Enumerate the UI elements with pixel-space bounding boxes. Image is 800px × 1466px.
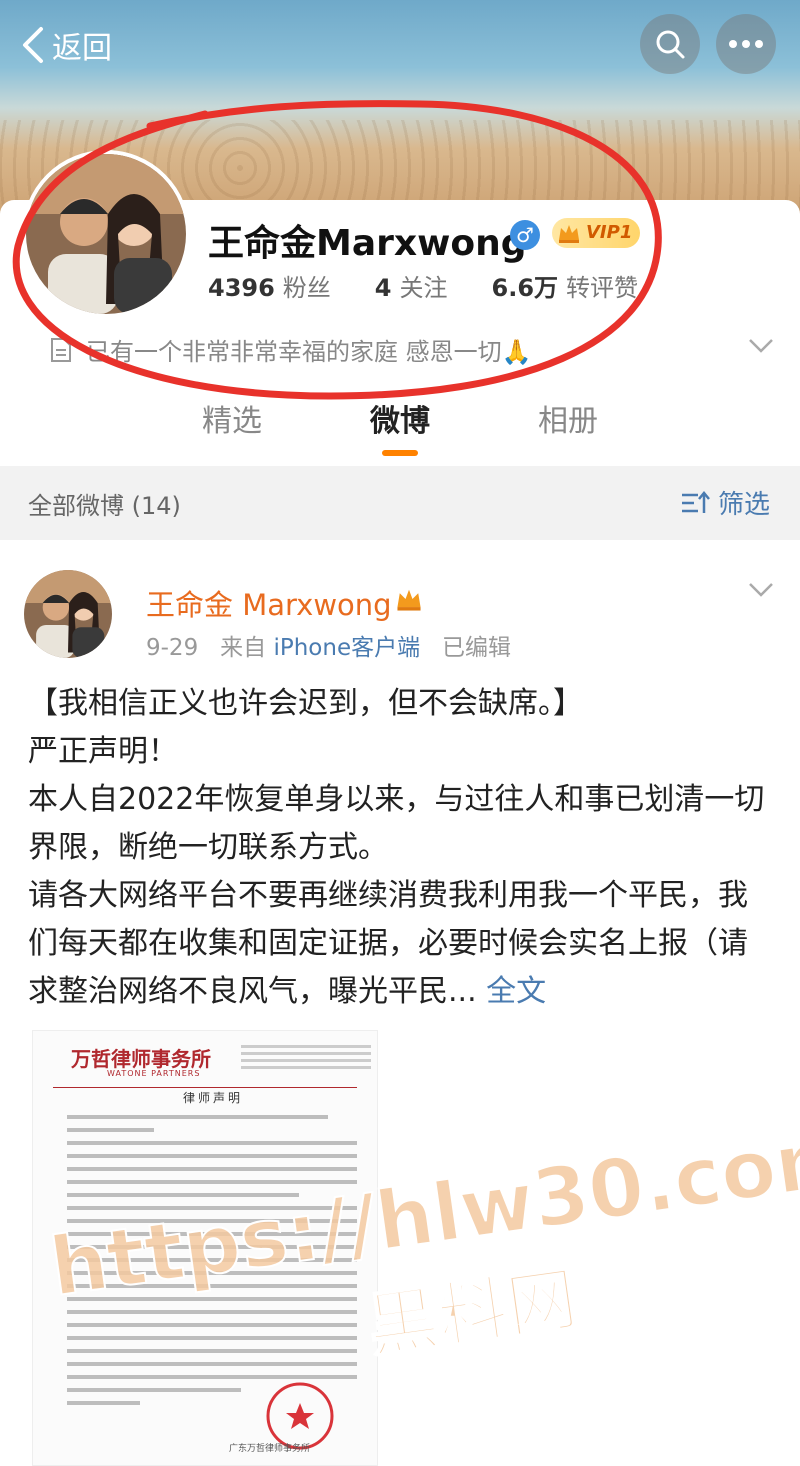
stat-label: 粉丝: [282, 274, 331, 302]
tab-featured[interactable]: 精选: [202, 396, 262, 440]
post-avatar[interactable]: [24, 570, 112, 658]
post-line: 【我相信正义也许会迟到，但不会缺席。】: [28, 686, 583, 721]
profile-bio[interactable]: 已有一个非常非常幸福的家庭 感恩一切🙏: [50, 332, 532, 367]
stat-value: 4: [374, 274, 392, 302]
tab-weibo[interactable]: 微博: [370, 396, 430, 440]
post-line: 请各大网络平台不要再继续消费我利用我一个平民，我们每天都在收集和固定证据，必要时…: [28, 878, 748, 1009]
document-title: 律师声明: [183, 1091, 244, 1105]
chevron-left-icon: [23, 27, 43, 63]
post-image-document[interactable]: 万哲律师事务所 WATONE PARTNERS 律师声明 广东万哲律师事务所: [32, 1030, 378, 1466]
profile-tabs: 精选 微博 相册: [0, 396, 800, 462]
filter-bar: 全部微博 (14) 筛选: [0, 466, 800, 540]
post-edited: 已编辑: [442, 635, 512, 661]
stat-followers[interactable]: 4396 粉丝: [208, 268, 331, 303]
more-button[interactable]: [716, 14, 776, 74]
top-bar: 返回: [0, 0, 800, 90]
profile-avatar[interactable]: [22, 150, 190, 318]
post-date: 9-29: [146, 635, 199, 661]
post-meta: 9-29 来自 iPhone客户端 已编辑: [146, 628, 511, 662]
vip-label: VIP1: [586, 222, 633, 243]
stat-following[interactable]: 4 关注: [375, 268, 448, 303]
vip-badge[interactable]: VIP1: [552, 218, 641, 248]
document-text-lines: [67, 1115, 357, 1414]
document-rule: [53, 1087, 357, 1088]
stat-value: 6.6万: [491, 274, 559, 302]
stat-label: 关注: [399, 274, 448, 302]
back-button[interactable]: 返回: [22, 22, 112, 68]
post-text[interactable]: 【我相信正义也许会迟到，但不会缺席。】 严正声明！ 本人自2022年恢复单身以来…: [28, 680, 776, 1016]
gender-male-icon: ♂: [510, 220, 540, 250]
document-icon: [51, 337, 71, 362]
avatar-image: [26, 154, 186, 314]
post-line: 严正声明！: [28, 734, 178, 769]
filter-label: 筛选: [718, 490, 771, 520]
crown-icon: [559, 225, 579, 243]
stat-value: 4396: [208, 274, 275, 302]
document-header-lines: [241, 1041, 371, 1073]
search-icon: [656, 30, 685, 59]
filter-button[interactable]: 筛选: [680, 484, 770, 521]
bio-text: 已有一个非常非常幸福的家庭 感恩一切🙏: [86, 338, 532, 366]
chevron-down-icon[interactable]: [748, 338, 774, 354]
post-line: 本人自2022年恢复单身以来，与过往人和事已划清一切界限，断绝一切联系方式。: [28, 782, 765, 865]
firm-name: 万哲律师事务所: [71, 1047, 211, 1071]
tab-album[interactable]: 相册: [538, 396, 598, 440]
post-source[interactable]: iPhone客户端: [273, 635, 420, 661]
filter-icon: [682, 490, 710, 513]
post-from: 来自: [220, 635, 267, 661]
active-tab-indicator: [382, 450, 418, 456]
read-more-link[interactable]: 全文: [486, 974, 546, 1009]
more-dots-icon: [729, 40, 763, 48]
document-signature: 广东万哲律师事务所: [229, 1444, 311, 1454]
profile-stats: 4396 粉丝 4 关注 6.6万 转评赞: [208, 268, 638, 303]
chevron-down-icon[interactable]: [748, 582, 774, 598]
back-label: 返回: [52, 31, 112, 66]
avatar-image: [24, 570, 112, 658]
stat-likes[interactable]: 6.6万 转评赞: [492, 268, 639, 303]
search-button[interactable]: [640, 14, 700, 74]
stat-label: 转评赞: [566, 274, 639, 302]
crown-icon: [397, 589, 421, 611]
post-author[interactable]: 王命金 Marxwong: [146, 582, 392, 624]
watermark-name: 黑料网: [363, 1257, 582, 1367]
post-count: 全部微博 (14): [28, 492, 181, 520]
firm-name-en: WATONE PARTNERS: [107, 1069, 201, 1078]
profile-name: 王命金Marxwong: [208, 223, 527, 264]
